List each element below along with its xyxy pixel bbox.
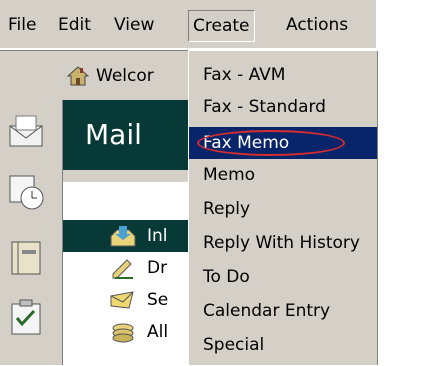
bookmark-bar (0, 100, 58, 365)
menu-actions[interactable]: Actions (282, 12, 352, 38)
menu-item-reply-with-history[interactable]: Reply With History (189, 227, 377, 259)
todo-bookmark-icon[interactable] (6, 298, 46, 338)
mail-bookmark-icon[interactable] (6, 112, 46, 152)
menu-item-to-do[interactable]: To Do (189, 261, 377, 293)
folder-label: All (147, 322, 169, 342)
mail-title: Mail (85, 118, 142, 151)
menu-bar: File Edit View Create Actions (0, 0, 376, 50)
menu-item-memo[interactable]: Memo (189, 159, 377, 191)
welcome-link[interactable]: Welcor (66, 60, 154, 92)
home-icon (66, 66, 90, 86)
folder-label: Dr (147, 258, 168, 278)
menu-item-fax-standard[interactable]: Fax - Standard (189, 91, 377, 123)
welcome-label: Welcor (96, 66, 154, 86)
folder-label: Inl (147, 226, 168, 246)
menu-item-fax-memo[interactable]: Fax Memo (189, 127, 377, 159)
inbox-icon (110, 226, 136, 247)
menu-create[interactable]: Create (188, 10, 255, 42)
calendar-bookmark-icon[interactable] (6, 172, 46, 212)
menu-edit[interactable]: Edit (54, 12, 95, 38)
menu-item-special[interactable]: Special (189, 329, 377, 361)
address-book-bookmark-icon[interactable] (6, 238, 46, 278)
menu-item-calendar-entry[interactable]: Calendar Entry (189, 295, 377, 327)
create-menu-dropdown: Fax - AVM Fax - Standard Fax Memo Memo R… (188, 50, 377, 365)
all-documents-icon (112, 323, 134, 343)
drafts-icon (112, 259, 133, 279)
menu-item-label: Fax Memo (203, 133, 290, 153)
menu-view[interactable]: View (110, 12, 158, 38)
sent-icon (110, 291, 134, 309)
notes-window: File Edit View Create Actions Welcor Mai… (0, 0, 377, 365)
menu-item-fax-avm[interactable]: Fax - AVM (189, 59, 377, 91)
menu-file[interactable]: File (4, 12, 40, 38)
folder-label: Se (147, 290, 169, 310)
menu-item-reply[interactable]: Reply (189, 193, 377, 225)
